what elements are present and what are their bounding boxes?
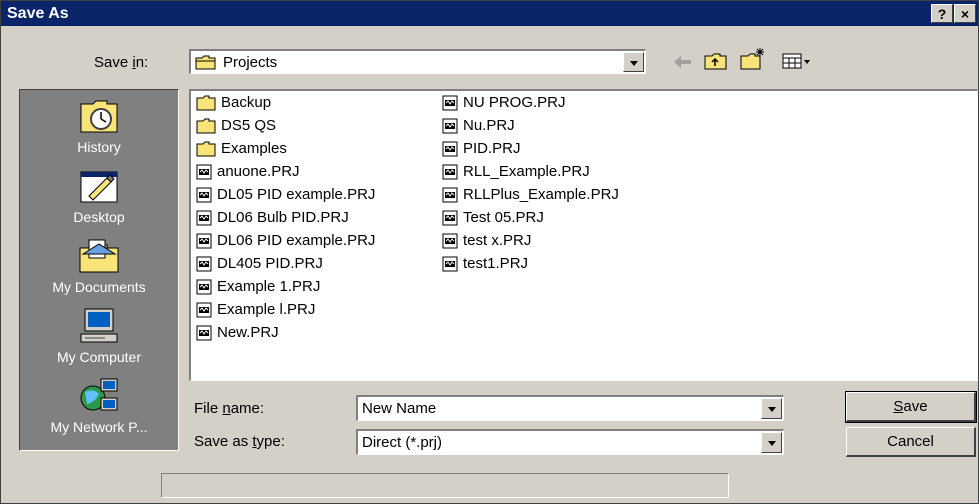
file-name-dropdown-button[interactable]	[761, 398, 782, 419]
dialog-title: Save As	[7, 5, 69, 22]
file-item-name: test1.PRJ	[463, 255, 529, 272]
file-item-name: test x.PRJ	[463, 232, 532, 249]
file-item[interactable]: test x.PRJ	[442, 231, 531, 251]
file-name-value: New Name	[362, 400, 437, 417]
save-as-type-value: Direct (*.prj)	[362, 434, 443, 451]
back-arrow-icon[interactable]	[673, 55, 693, 69]
file-item-name: NU PROG.PRJ	[463, 94, 566, 111]
places-bar: History Desktop My Documents My Computer…	[19, 89, 179, 451]
places-my-computer[interactable]: My Computer	[20, 306, 178, 374]
file-item-name: PID.PRJ	[463, 140, 521, 157]
prj-file-icon	[442, 233, 458, 249]
my-computer-icon	[80, 308, 118, 343]
prj-file-icon	[196, 210, 212, 226]
file-item[interactable]: DL06 PID example.PRJ	[196, 231, 375, 251]
file-item[interactable]: Test 05.PRJ	[442, 208, 544, 228]
save-as-dialog: Save As ? × Save in: Projects History De…	[0, 0, 979, 504]
folder-icon	[195, 55, 216, 70]
history-icon	[80, 100, 118, 133]
view-menu-icon[interactable]	[782, 52, 814, 70]
folder-item[interactable]: Examples	[196, 139, 287, 159]
file-item-name: DL05 PID example.PRJ	[217, 186, 376, 203]
save-button[interactable]: Save	[845, 391, 977, 423]
file-name-label: File name:	[194, 400, 265, 417]
file-item[interactable]: Nu.PRJ	[442, 116, 515, 136]
file-item-name: Examples	[221, 140, 287, 157]
folder-icon	[196, 95, 216, 111]
folder-item[interactable]: DS5 QS	[196, 116, 276, 136]
save-in-value: Projects	[223, 54, 278, 71]
cancel-button[interactable]: Cancel	[846, 427, 976, 457]
prj-file-icon	[196, 233, 212, 249]
folder-item[interactable]: Backup	[196, 93, 271, 113]
save-in-dropdown-button[interactable]	[623, 52, 644, 72]
prj-file-icon	[196, 256, 212, 272]
file-item[interactable]: anuone.PRJ	[196, 162, 300, 182]
file-item-name: DL405 PID.PRJ	[217, 255, 323, 272]
places-my-documents[interactable]: My Documents	[20, 236, 178, 304]
prj-file-icon	[196, 302, 212, 318]
save-in-dropdown[interactable]: Projects	[189, 49, 646, 74]
file-item-name: Example 1.PRJ	[217, 278, 321, 295]
file-item-name: New.PRJ	[217, 324, 279, 341]
places-desktop[interactable]: Desktop	[20, 166, 178, 234]
save-as-type-label: Save as type:	[194, 433, 285, 450]
prj-file-icon	[442, 256, 458, 272]
desktop-icon	[80, 171, 118, 203]
file-item[interactable]: Example l.PRJ	[196, 300, 315, 320]
prj-file-icon	[442, 187, 458, 203]
up-folder-icon[interactable]	[704, 51, 728, 71]
folder-icon	[196, 118, 216, 134]
prj-file-icon	[196, 164, 212, 180]
file-item-name: DL06 PID example.PRJ	[217, 232, 376, 249]
my-network-places-icon	[80, 378, 118, 411]
title-bar[interactable]: Save As	[1, 1, 978, 26]
file-list[interactable]: Backup DS5 QS Examples anuone.PRJ DL05 PID e…	[189, 89, 978, 381]
file-item-name: DL06 Bulb PID.PRJ	[217, 209, 349, 226]
places-history[interactable]: History	[20, 96, 178, 164]
folder-icon	[196, 141, 216, 157]
places-my-network[interactable]: My Network P...	[20, 376, 178, 444]
close-button[interactable]: ×	[954, 4, 976, 23]
file-item-name: RLLPlus_Example.PRJ	[463, 186, 619, 203]
new-folder-icon[interactable]	[740, 47, 766, 71]
prj-file-icon	[196, 325, 212, 341]
save-as-type-dropdown[interactable]: Direct (*.prj)	[356, 429, 784, 455]
file-item[interactable]: Example 1.PRJ	[196, 277, 320, 297]
prj-file-icon	[442, 141, 458, 157]
file-item[interactable]: RLL_Example.PRJ	[442, 162, 590, 182]
help-button[interactable]: ?	[931, 4, 953, 23]
file-item-name: Test 05.PRJ	[463, 209, 544, 226]
status-box	[161, 473, 729, 498]
prj-file-icon	[196, 279, 212, 295]
places-label: History	[77, 139, 121, 155]
file-item-name: anuone.PRJ	[217, 163, 300, 180]
prj-file-icon	[442, 118, 458, 134]
places-label: My Computer	[56, 349, 142, 365]
prj-file-icon	[442, 210, 458, 226]
my-documents-icon	[79, 239, 119, 273]
file-item[interactable]: PID.PRJ	[442, 139, 521, 159]
save-as-type-dropdown-button[interactable]	[761, 432, 782, 453]
file-item-name: DS5 QS	[221, 117, 277, 134]
file-item-name: RLL_Example.PRJ	[463, 163, 590, 180]
file-item[interactable]: RLLPlus_Example.PRJ	[442, 185, 619, 205]
file-item[interactable]: test1.PRJ	[442, 254, 528, 274]
file-item[interactable]: DL06 Bulb PID.PRJ	[196, 208, 349, 228]
file-item[interactable]: DL05 PID example.PRJ	[196, 185, 375, 205]
file-item[interactable]: New.PRJ	[196, 323, 279, 343]
file-item[interactable]: NU PROG.PRJ	[442, 93, 566, 113]
places-label: Desktop	[73, 209, 125, 225]
file-item-name: Nu.PRJ	[463, 117, 515, 134]
file-item-name: Backup	[221, 94, 272, 111]
file-item-name: Example l.PRJ	[217, 301, 316, 318]
save-in-label: Save in:	[94, 54, 149, 71]
prj-file-icon	[442, 164, 458, 180]
places-label: My Network P...	[50, 419, 148, 435]
file-name-input[interactable]: New Name	[356, 395, 784, 421]
places-label: My Documents	[52, 279, 146, 295]
file-item[interactable]: DL405 PID.PRJ	[196, 254, 323, 274]
prj-file-icon	[196, 187, 212, 203]
prj-file-icon	[442, 95, 458, 111]
